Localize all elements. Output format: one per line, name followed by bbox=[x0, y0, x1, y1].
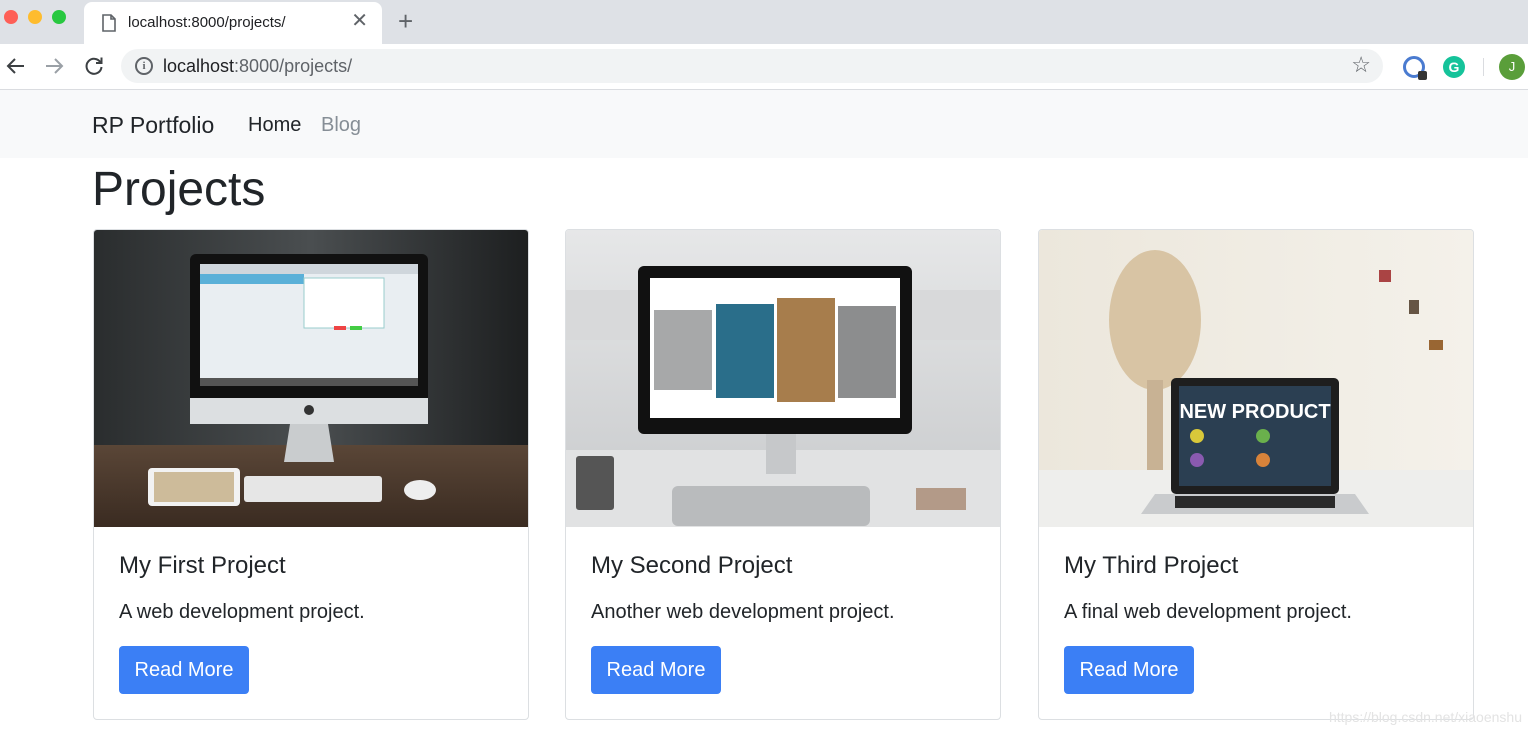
desktop-computer-illustration bbox=[94, 230, 528, 527]
toolbar-divider bbox=[1483, 58, 1484, 76]
project-description: Another web development project. bbox=[591, 601, 895, 623]
grammarly-icon[interactable]: G bbox=[1443, 56, 1465, 78]
project-image[interactable] bbox=[94, 230, 528, 527]
project-title: My First Project bbox=[119, 552, 286, 579]
read-more-button[interactable]: Read More bbox=[591, 646, 721, 694]
page-icon bbox=[102, 14, 116, 32]
url-text[interactable]: localhost:8000/projects/ bbox=[163, 56, 352, 77]
project-image[interactable]: NEW PRODUCT bbox=[1039, 230, 1473, 527]
project-title: My Third Project bbox=[1064, 552, 1239, 579]
read-more-button[interactable]: Read More bbox=[119, 646, 249, 694]
close-window-button[interactable] bbox=[4, 10, 18, 24]
page-title: Projects bbox=[92, 163, 266, 216]
project-image[interactable] bbox=[566, 230, 1000, 527]
laptop-new-product-illustration: NEW PRODUCT bbox=[1039, 230, 1473, 527]
nav-link-home[interactable]: Home bbox=[248, 114, 301, 137]
minimize-window-button[interactable] bbox=[28, 10, 42, 24]
screen-headline: NEW PRODUCT bbox=[1179, 401, 1330, 423]
address-bar[interactable]: i localhost:8000/projects/ ☆ bbox=[121, 49, 1383, 83]
url-path: :8000/projects/ bbox=[234, 56, 353, 76]
brand-link[interactable]: RP Portfolio bbox=[92, 112, 214, 139]
forward-arrow-icon[interactable] bbox=[42, 54, 66, 78]
site-navbar: RP Portfolio Home Blog bbox=[0, 90, 1528, 158]
tab-title: localhost:8000/projects/ bbox=[128, 14, 286, 31]
watermark: https://blog.csdn.net/xiaoenshu bbox=[1328, 709, 1522, 725]
profile-avatar[interactable]: J bbox=[1499, 54, 1525, 80]
browser-tabstrip: localhost:8000/projects/ ✕ + bbox=[0, 0, 1528, 44]
maximize-window-button[interactable] bbox=[52, 10, 66, 24]
project-title: My Second Project bbox=[591, 552, 793, 579]
url-host: localhost bbox=[163, 56, 235, 76]
site-info-icon[interactable]: i bbox=[135, 57, 153, 75]
back-arrow-icon[interactable] bbox=[4, 54, 28, 78]
project-card: My First Project A web development proje… bbox=[93, 229, 529, 720]
bookmark-star-icon[interactable]: ☆ bbox=[1351, 54, 1371, 76]
read-more-button[interactable]: Read More bbox=[1064, 646, 1194, 694]
project-card: My Second Project Another web developmen… bbox=[565, 229, 1001, 720]
project-card: NEW PRODUCT My Third Project A final web… bbox=[1038, 229, 1474, 720]
close-tab-icon[interactable]: ✕ bbox=[351, 11, 368, 31]
new-tab-button[interactable]: + bbox=[398, 8, 413, 34]
browser-toolbar: i localhost:8000/projects/ ☆ G J bbox=[0, 44, 1528, 90]
browser-tab[interactable]: localhost:8000/projects/ ✕ bbox=[84, 2, 382, 44]
project-description: A web development project. bbox=[119, 601, 365, 623]
extension-lock-icon[interactable] bbox=[1403, 56, 1427, 80]
reload-icon[interactable] bbox=[82, 54, 106, 78]
nav-link-blog[interactable]: Blog bbox=[321, 114, 361, 137]
lock-badge-icon bbox=[1418, 71, 1427, 80]
monitor-gallery-illustration bbox=[566, 230, 1000, 527]
project-description: A final web development project. bbox=[1064, 601, 1352, 623]
